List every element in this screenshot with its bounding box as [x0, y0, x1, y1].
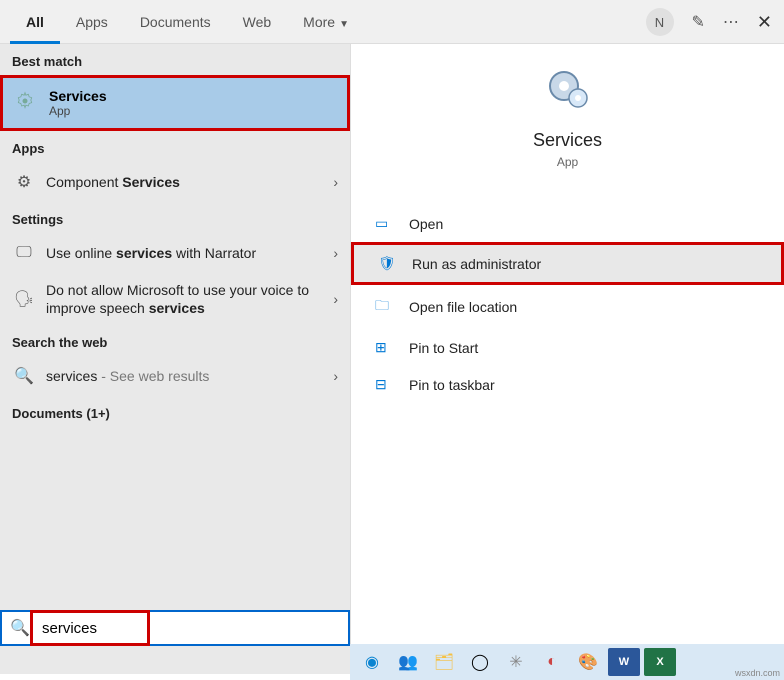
detail-sub: App [351, 155, 784, 169]
close-icon[interactable]: ✕ [757, 12, 772, 33]
section-search-web: Search the web [0, 325, 350, 356]
taskbar-explorer-icon[interactable]: 🗂 [428, 648, 460, 676]
section-settings: Settings [0, 202, 350, 233]
action-pin-start[interactable]: ⊞ Pin to Start [351, 329, 784, 366]
action-label: Run as administrator [412, 256, 541, 272]
detail-pane: Services App ▭ Open 🛡 Run as administrat… [350, 44, 784, 674]
more-options-icon[interactable]: ⋯ [723, 12, 739, 32]
best-match-title: Services [49, 88, 107, 104]
taskbar-edge-icon[interactable]: ◉ [356, 648, 388, 676]
pin-icon: ⊟ [375, 376, 395, 393]
action-open[interactable]: ▭ Open [351, 205, 784, 242]
taskbar-paint-icon[interactable]: 🎨 [572, 648, 604, 676]
chevron-right-icon: › [333, 245, 338, 261]
section-best-match: Best match [0, 44, 350, 75]
tab-documents[interactable]: Documents [124, 0, 227, 44]
speech-icon: 🗣 [12, 287, 36, 311]
chevron-right-icon: › [333, 368, 338, 384]
action-open-location[interactable]: 🗀 Open file location [351, 285, 784, 329]
action-label: Pin to Start [409, 340, 478, 356]
tab-more[interactable]: More▼ [287, 0, 365, 44]
component-icon: ⚙ [12, 170, 36, 194]
tab-all[interactable]: All [10, 0, 60, 44]
search-tabs: All Apps Documents Web More▼ N ✎ ⋯ ✕ [0, 0, 784, 44]
result-label: services - See web results [46, 368, 333, 384]
chevron-right-icon: › [333, 291, 338, 307]
apps-result-component-services[interactable]: ⚙ Component Services › [0, 162, 350, 202]
taskbar-app-icon[interactable]: ◐ [536, 648, 568, 676]
action-pin-taskbar[interactable]: ⊟ Pin to taskbar [351, 366, 784, 403]
action-label: Open file location [409, 299, 517, 315]
section-apps: Apps [0, 131, 350, 162]
settings-result-speech[interactable]: 🗣 Do not allow Microsoft to use your voi… [0, 273, 350, 325]
taskbar: ◉ 👥 🗂 ◯ ✳ ◐ 🎨 W X [350, 644, 784, 680]
result-label: Component Services [46, 174, 333, 190]
results-pane: Best match Services App Apps ⚙ Component… [0, 44, 350, 674]
action-label: Open [409, 216, 443, 232]
shield-icon: 🛡 [378, 255, 398, 272]
action-run-as-admin[interactable]: 🛡 Run as administrator [351, 242, 784, 285]
result-label: Use online services with Narrator [46, 245, 333, 261]
user-avatar[interactable]: N [646, 8, 674, 36]
search-icon: 🔍 [2, 618, 38, 638]
section-documents: Documents (1+) [0, 396, 350, 427]
open-icon: ▭ [375, 215, 395, 232]
taskbar-word-icon[interactable]: W [608, 648, 640, 676]
gear-icon [15, 91, 39, 116]
gear-large-icon [544, 66, 592, 114]
tab-apps[interactable]: Apps [60, 0, 124, 44]
detail-title: Services [351, 130, 784, 151]
chevron-down-icon: ▼ [339, 19, 349, 30]
taskbar-excel-icon[interactable]: X [644, 648, 676, 676]
narrator-icon: 🖵 [12, 241, 36, 265]
folder-icon: 🗀 [375, 295, 395, 319]
chevron-right-icon: › [333, 174, 338, 190]
taskbar-chrome-icon[interactable]: ◯ [464, 648, 496, 676]
taskbar-slack-icon[interactable]: ✳ [500, 648, 532, 676]
result-label: Do not allow Microsoft to use your voice… [46, 281, 333, 317]
best-match-sub: App [49, 104, 107, 118]
feedback-icon[interactable]: ✎ [692, 12, 705, 32]
tab-web[interactable]: Web [227, 0, 288, 44]
watermark: wsxdn.com [735, 668, 780, 678]
search-bar[interactable]: 🔍 [0, 610, 350, 646]
taskbar-teams-icon[interactable]: 👥 [392, 648, 424, 676]
action-label: Pin to taskbar [409, 377, 495, 393]
search-input[interactable] [38, 616, 348, 641]
best-match-result[interactable]: Services App [0, 75, 350, 131]
settings-result-narrator[interactable]: 🖵 Use online services with Narrator › [0, 233, 350, 273]
web-result-services[interactable]: 🔍 services - See web results › [0, 356, 350, 396]
pin-icon: ⊞ [375, 339, 395, 356]
detail-actions: ▭ Open 🛡 Run as administrator 🗀 Open fil… [351, 205, 784, 403]
search-icon: 🔍 [12, 364, 36, 388]
